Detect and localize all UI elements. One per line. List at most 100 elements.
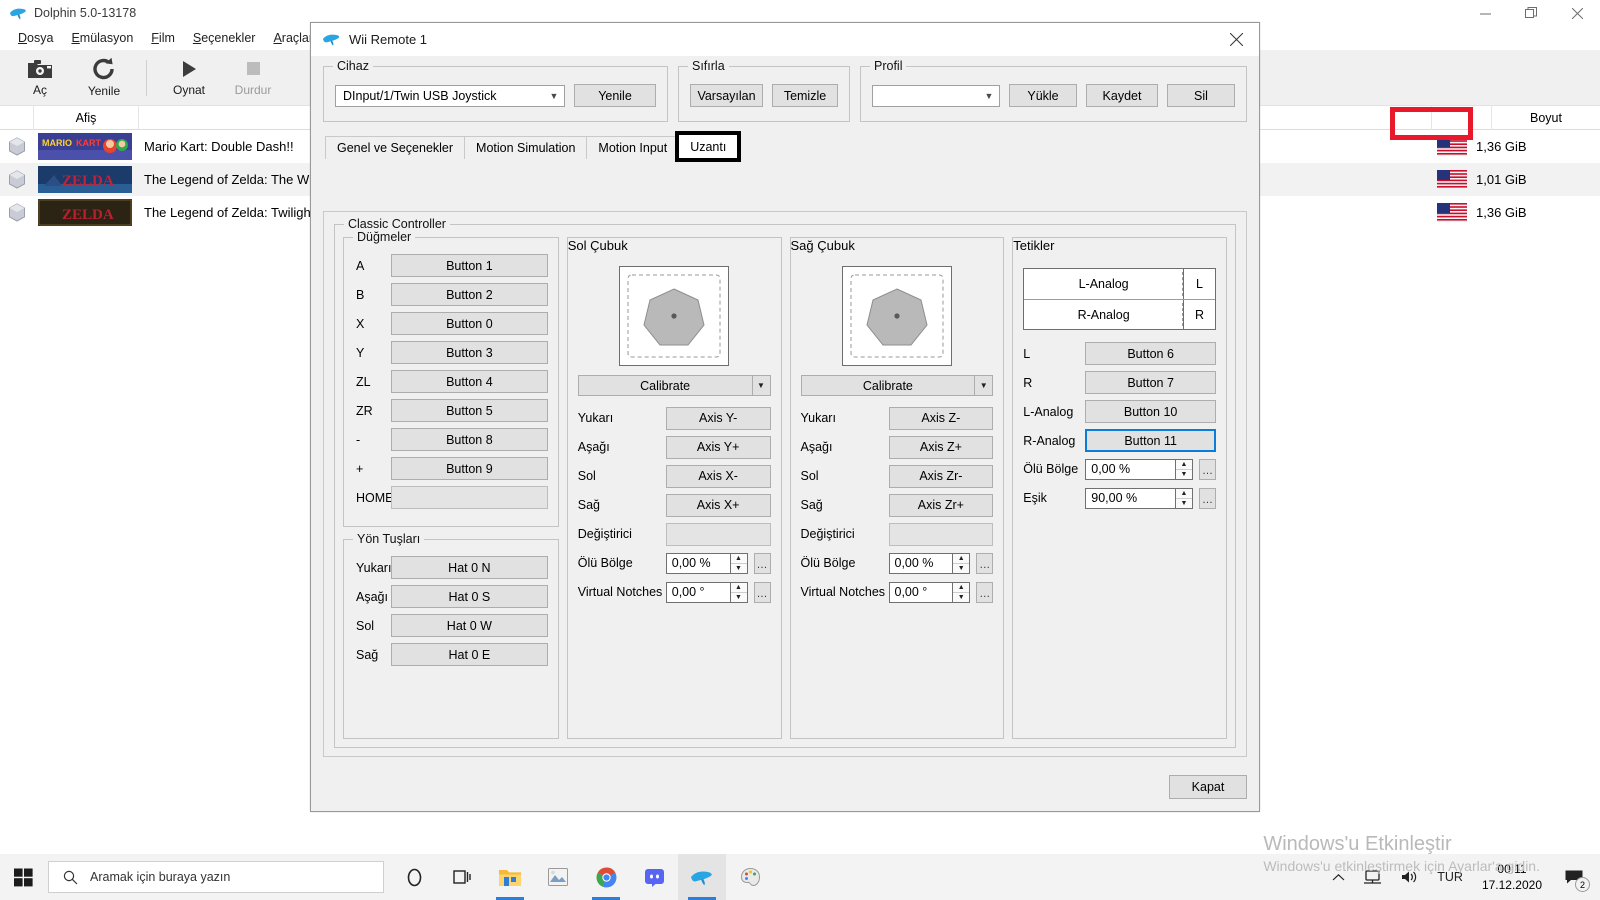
left-stick-deadzone-spin-buttons[interactable]: ▲ ▼ (729, 552, 748, 574)
profile-load-button[interactable]: Yükle (1009, 84, 1077, 107)
spin-down-icon[interactable]: ▼ (1176, 498, 1192, 508)
triggers-deadzone-spin-buttons[interactable]: ▲ ▼ (1175, 458, 1193, 480)
left-stick-input-down[interactable]: Axis Y+ (665, 435, 771, 459)
spin-down-icon[interactable]: ▼ (953, 563, 970, 573)
dialog-close-icon[interactable] (1214, 23, 1259, 56)
spin-up-icon[interactable]: ▲ (1176, 488, 1192, 499)
left-stick-input-modifier[interactable] (665, 522, 771, 546)
dpad-input-left[interactable]: Hat 0 W (391, 614, 548, 637)
toolbar-play-button[interactable]: Oynat (157, 58, 221, 97)
left-stick-deadzone-more-button[interactable]: … (753, 552, 771, 574)
dpad-input-right[interactable]: Hat 0 E (391, 643, 548, 666)
menu-dosya[interactable]: Dosya (9, 29, 62, 47)
left-stick-notches-more-button[interactable]: … (753, 581, 771, 603)
photos-button[interactable] (534, 854, 582, 900)
discord-button[interactable] (630, 854, 678, 900)
task-view-button[interactable] (438, 854, 486, 900)
toolbar-refresh-button[interactable]: Yenile (72, 57, 136, 98)
dolphin-button[interactable] (678, 854, 726, 900)
cortana-button[interactable] (390, 854, 438, 900)
column-platform[interactable] (0, 105, 34, 130)
trigger-input-l[interactable]: Button 6 (1085, 342, 1216, 365)
column-banner[interactable]: Afiş (34, 105, 139, 130)
dpad-input-down[interactable]: Hat 0 S (391, 585, 548, 608)
tab-motion-input[interactable]: Motion Input (586, 136, 680, 159)
right-stick-deadzone-spinner[interactable]: 0,00 % ▲ ▼ (888, 552, 971, 574)
column-spacer[interactable] (1397, 105, 1432, 130)
left-stick-calibrate-button[interactable]: Calibrate (577, 375, 753, 396)
maximize-button[interactable] (1508, 0, 1554, 26)
triggers-deadzone-more-button[interactable]: … (1199, 458, 1216, 480)
trigger-input-r[interactable]: Button 7 (1085, 371, 1216, 394)
menu-emulasyon[interactable]: Emülasyon (62, 29, 142, 47)
notification-center-button[interactable]: 2 (1552, 854, 1596, 900)
left-stick-notches-value[interactable]: 0,00 ° (665, 581, 730, 603)
toolbar-open-button[interactable]: Aç (8, 58, 72, 97)
spin-up-icon[interactable]: ▲ (1176, 459, 1192, 470)
right-stick-notches-value[interactable]: 0,00 ° (888, 581, 953, 603)
right-stick-input-up[interactable]: Axis Z- (888, 406, 994, 430)
right-stick-calibrate-button[interactable]: Calibrate (800, 375, 976, 396)
column-region[interactable] (1432, 105, 1492, 130)
spin-up-icon[interactable]: ▲ (730, 553, 747, 564)
right-stick-calibrate-dropdown-icon[interactable]: ▼ (975, 375, 994, 396)
trigger-input-r-analog[interactable]: Button 11 (1085, 429, 1216, 452)
left-stick-deadzone-spinner[interactable]: 0,00 % ▲ ▼ (665, 552, 748, 574)
dpad-input-up[interactable]: Hat 0 N (391, 556, 548, 579)
right-stick-input-right[interactable]: Axis Zr+ (888, 493, 994, 517)
left-stick-calibrate-dropdown-icon[interactable]: ▼ (752, 375, 771, 396)
device-combobox[interactable]: DInput/1/Twin USB Joystick ▼ (335, 84, 565, 107)
trigger-input-l-analog[interactable]: Button 10 (1085, 400, 1216, 423)
device-refresh-button[interactable]: Yenile (574, 84, 656, 107)
tab-uzanti[interactable]: Uzantı (675, 131, 742, 162)
button-input-a[interactable]: Button 1 (391, 254, 548, 277)
button-input-zl[interactable]: Button 4 (391, 370, 548, 393)
button-input-plus[interactable]: Button 9 (391, 457, 548, 480)
close-button[interactable] (1554, 0, 1600, 26)
right-stick-preview[interactable] (841, 266, 952, 366)
profile-delete-button[interactable]: Sil (1167, 84, 1235, 107)
triggers-deadzone-spinner[interactable]: 0,00 % ▲ ▼ (1085, 458, 1193, 480)
right-stick-deadzone-value[interactable]: 0,00 % (888, 552, 953, 574)
menu-secenekler[interactable]: Seçenekler (184, 29, 265, 47)
spin-up-icon[interactable]: ▲ (953, 582, 970, 593)
spin-up-icon[interactable]: ▲ (730, 582, 747, 593)
right-stick-notches-more-button[interactable]: … (976, 581, 994, 603)
triggers-threshold-more-button[interactable]: … (1199, 487, 1216, 509)
column-size[interactable]: Boyut (1492, 106, 1600, 130)
triggers-threshold-spin-buttons[interactable]: ▲ ▼ (1175, 487, 1193, 509)
right-stick-notches-spinner[interactable]: 0,00 ° ▲ ▼ (888, 581, 971, 603)
right-stick-deadzone-spin-buttons[interactable]: ▲ ▼ (952, 552, 971, 574)
left-stick-notches-spin-buttons[interactable]: ▲ ▼ (729, 581, 748, 603)
button-input-x[interactable]: Button 0 (391, 312, 548, 335)
button-input-zr[interactable]: Button 5 (391, 399, 548, 422)
right-stick-input-left[interactable]: Axis Zr- (888, 464, 994, 488)
left-stick-preview[interactable] (619, 266, 730, 366)
button-input-y[interactable]: Button 3 (391, 341, 548, 364)
right-stick-input-down[interactable]: Axis Z+ (888, 435, 994, 459)
button-input-minus[interactable]: Button 8 (391, 428, 548, 451)
spin-down-icon[interactable]: ▼ (1176, 469, 1192, 479)
start-button[interactable] (0, 854, 46, 900)
minimize-button[interactable] (1462, 0, 1508, 26)
reset-clear-button[interactable]: Temizle (772, 84, 838, 107)
left-stick-input-right[interactable]: Axis X+ (665, 493, 771, 517)
triggers-table[interactable]: L-Analog L R-Analog R (1023, 268, 1216, 330)
left-stick-notches-spinner[interactable]: 0,00 ° ▲ ▼ (665, 581, 748, 603)
right-stick-input-modifier[interactable] (888, 522, 994, 546)
button-input-home[interactable] (391, 486, 548, 509)
left-stick-input-up[interactable]: Axis Y- (665, 406, 771, 430)
tab-genel-ve-secenekler[interactable]: Genel ve Seçenekler (325, 136, 466, 159)
spin-down-icon[interactable]: ▼ (730, 592, 747, 602)
spin-up-icon[interactable]: ▲ (953, 553, 970, 564)
right-stick-deadzone-more-button[interactable]: … (976, 552, 994, 574)
triggers-threshold-value[interactable]: 90,00 % (1085, 487, 1175, 509)
reset-default-button[interactable]: Varsayılan (690, 84, 763, 107)
profile-save-button[interactable]: Kaydet (1086, 84, 1158, 107)
profile-combobox[interactable]: ▼ (872, 84, 1000, 107)
triggers-deadzone-value[interactable]: 0,00 % (1085, 458, 1175, 480)
right-stick-notches-spin-buttons[interactable]: ▲ ▼ (952, 581, 971, 603)
tab-motion-simulation[interactable]: Motion Simulation (464, 136, 588, 159)
chrome-button[interactable] (582, 854, 630, 900)
left-stick-input-left[interactable]: Axis X- (665, 464, 771, 488)
